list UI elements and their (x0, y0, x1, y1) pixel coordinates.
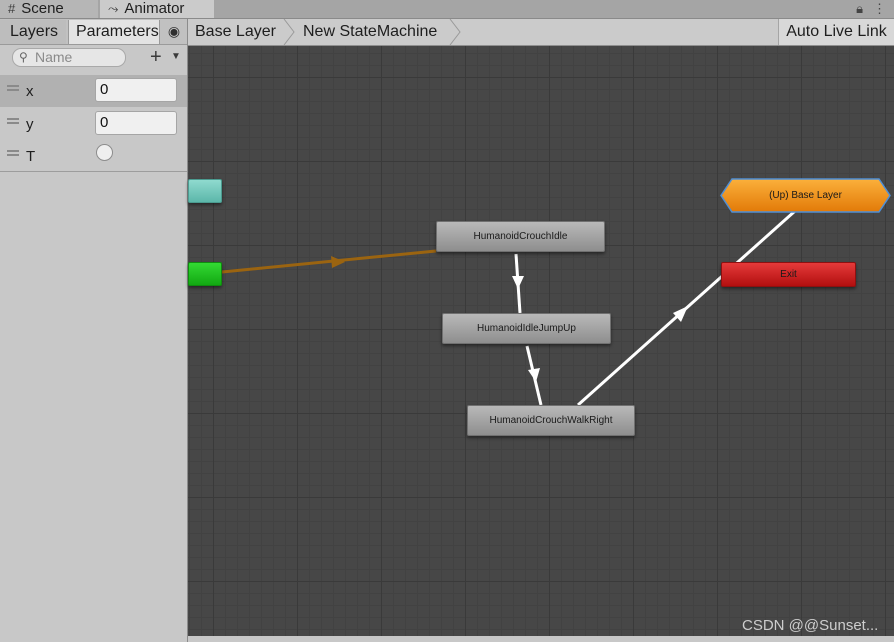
breadcrumb-base-layer[interactable]: Base Layer (195, 19, 276, 45)
drag-handle-icon[interactable] (7, 150, 19, 156)
state-node-crouch-walk-right[interactable]: HumanoidCrouchWalkRight (467, 405, 635, 436)
breadcrumb-chevron-icon (449, 19, 461, 45)
editor-tab-bar: # Scene ⤳ Animator 🔒︎ ⋮ (0, 0, 894, 19)
panel-tabs: Layers Parameters ◉ (0, 19, 187, 45)
tab-bar-controls: 🔒︎ ⋮ (846, 0, 886, 18)
drag-handle-icon[interactable] (7, 118, 19, 124)
parameter-row-t[interactable]: T (0, 140, 187, 172)
parameter-row-x[interactable]: x 0 (0, 75, 187, 107)
tab-layers[interactable]: Layers (0, 20, 66, 44)
parameter-name: y (26, 116, 34, 133)
parameter-search-input[interactable]: ⚲ Name (12, 48, 126, 67)
tab-scene[interactable]: # Scene (0, 0, 98, 18)
state-node-crouch-idle[interactable]: HumanoidCrouchIdle (436, 221, 605, 252)
animator-icon: ⤳ (108, 1, 119, 16)
tab-animator[interactable]: ⤳ Animator (100, 0, 214, 18)
grid-icon: # (8, 1, 16, 16)
trigger-toggle[interactable] (96, 144, 113, 161)
state-node-idle-jump-up[interactable]: HumanoidIdleJumpUp (442, 313, 611, 344)
parameter-name: x (26, 83, 34, 100)
divider (0, 171, 187, 172)
drag-handle-icon[interactable] (7, 85, 19, 91)
menu-icon[interactable]: ⋮ (873, 1, 886, 16)
watermark: CSDN @@Sunset... (742, 617, 879, 634)
search-icon: ⚲ (19, 50, 28, 64)
tab-parameters[interactable]: Parameters (68, 20, 160, 44)
up-base-layer-node[interactable]: (Up) Base Layer (720, 178, 891, 213)
status-bar (188, 636, 894, 642)
entry-node[interactable] (188, 262, 222, 286)
up-base-layer-label: (Up) Base Layer (769, 190, 842, 201)
parameter-name: T (26, 148, 36, 165)
breadcrumb-state-machine[interactable]: New StateMachine (303, 19, 437, 45)
lock-icon[interactable]: 🔒︎ (856, 1, 863, 16)
exit-node[interactable]: Exit (721, 262, 856, 287)
add-parameter-button[interactable]: + (150, 47, 162, 67)
any-state-node[interactable] (188, 179, 222, 203)
parameter-search-row: ⚲ Name + ▼ (0, 45, 187, 73)
parameter-row-y[interactable]: y 0 (0, 108, 187, 140)
parameter-value-field[interactable]: 0 (95, 78, 177, 102)
chevron-down-icon[interactable]: ▼ (171, 51, 181, 62)
search-placeholder: Name (35, 49, 73, 65)
breadcrumb-chevron-icon (283, 19, 295, 45)
tab-scene-label: Scene (21, 0, 64, 17)
eye-icon[interactable]: ◉ (163, 22, 185, 40)
auto-live-link-button[interactable]: Auto Live Link (778, 19, 894, 45)
tab-animator-label: Animator (124, 0, 185, 17)
breadcrumb: Base Layer New StateMachine Auto Live Li… (188, 19, 894, 46)
parameter-value-field[interactable]: 0 (95, 111, 177, 135)
parameters-panel: Layers Parameters ◉ ⚲ Name + ▼ x 0 y 0 T (0, 19, 188, 642)
